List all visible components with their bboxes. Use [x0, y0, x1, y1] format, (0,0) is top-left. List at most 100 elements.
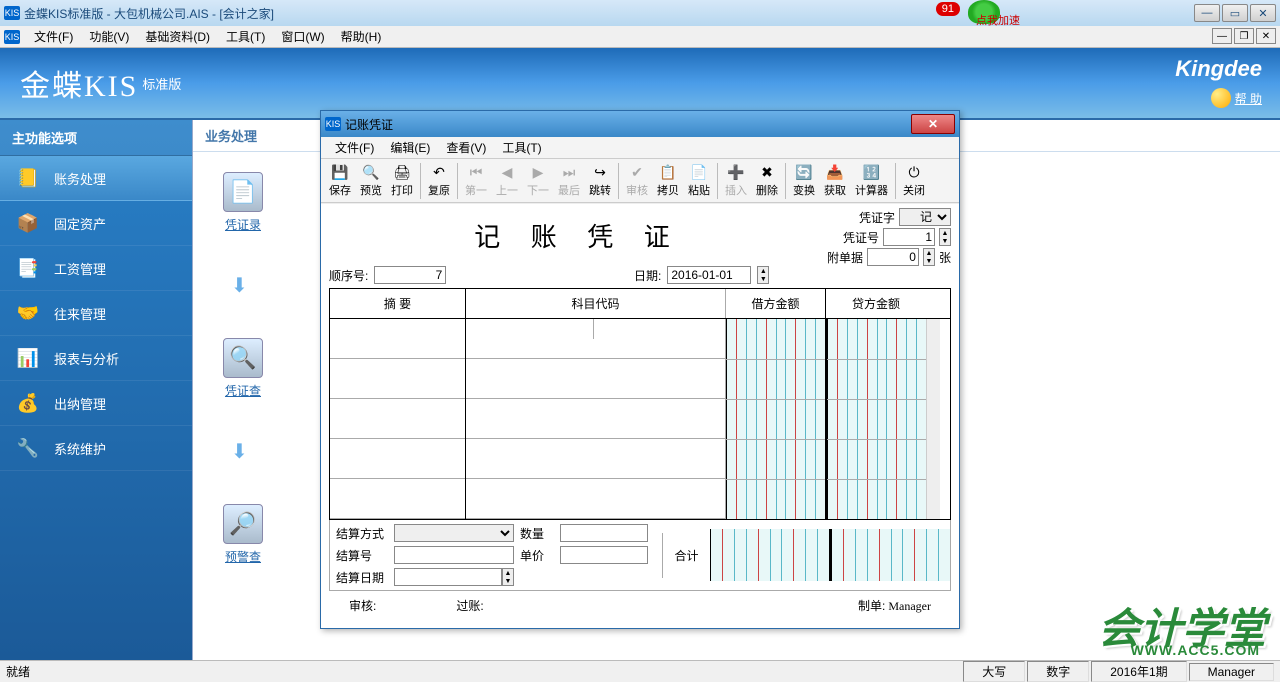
- close-button[interactable]: ✕: [1250, 4, 1276, 22]
- date-spinner[interactable]: ▲▼: [757, 266, 769, 284]
- attach-input[interactable]: [867, 248, 919, 266]
- dialog-menu-item[interactable]: 文件(F): [327, 137, 382, 158]
- toolbar-预览-button[interactable]: 🔍预览: [356, 161, 386, 200]
- debit-grid[interactable]: [710, 529, 829, 581]
- menu-item[interactable]: 功能(V): [81, 26, 137, 47]
- table-scrollbar[interactable]: [926, 319, 940, 519]
- toolbar-粘贴-button[interactable]: 📄粘贴: [684, 161, 714, 200]
- minimize-button[interactable]: —: [1194, 4, 1220, 22]
- mdi-restore-button[interactable]: ❐: [1234, 28, 1254, 44]
- summary-cell[interactable]: [330, 359, 465, 399]
- toolbar-icon: ◀: [498, 163, 516, 181]
- seq-input[interactable]: [374, 266, 446, 284]
- col-subject: 科目代码: [466, 289, 726, 318]
- sidebar-item[interactable]: 🤝往来管理: [0, 291, 192, 336]
- post-label: 过账:: [456, 597, 483, 614]
- voucher-no-spinner[interactable]: ▲▼: [939, 228, 951, 246]
- settle-date-spinner[interactable]: ▲▼: [502, 568, 514, 586]
- settle-date-input[interactable]: [394, 568, 502, 586]
- date-label: 日期:: [634, 267, 661, 284]
- credit-grid[interactable]: [827, 319, 926, 519]
- voucher-word-select[interactable]: 记: [899, 208, 951, 226]
- settle-method-label: 结算方式: [336, 525, 388, 542]
- summary-cell[interactable]: [330, 479, 465, 519]
- settle-method-select[interactable]: [394, 524, 514, 542]
- toolbar-label: 获取: [824, 182, 846, 198]
- toolbar-获取-button[interactable]: 📥获取: [820, 161, 850, 200]
- menu-item[interactable]: 帮助(H): [333, 26, 390, 47]
- toolbar-label: 审核: [626, 182, 648, 198]
- toolbar-保存-button[interactable]: 💾保存: [325, 161, 355, 200]
- notification-badge[interactable]: 91: [936, 2, 960, 16]
- toolbar-icon: 📋: [659, 163, 677, 181]
- toolbar-label: 打印: [391, 182, 413, 198]
- app-icon: KIS: [4, 6, 20, 20]
- toolbar-变换-button[interactable]: 🔄变换: [789, 161, 819, 200]
- menu-item[interactable]: 窗口(W): [273, 26, 332, 47]
- toolbar-计算器-button[interactable]: 🔢计算器: [851, 161, 892, 200]
- sidebar-item[interactable]: 🔧系统维护: [0, 426, 192, 471]
- maximize-button[interactable]: ▭: [1222, 4, 1248, 22]
- sidebar-item[interactable]: 📒账务处理: [0, 156, 192, 201]
- summary-cell[interactable]: [330, 439, 465, 479]
- voucher-no-input[interactable]: [883, 228, 935, 246]
- settle-no-input[interactable]: [394, 546, 514, 564]
- toolbar-复原-button[interactable]: ↶复原: [424, 161, 454, 200]
- speed-label[interactable]: 点我加速: [976, 12, 1020, 28]
- content-item[interactable]: 🔎预警查: [213, 504, 273, 565]
- subject-cell[interactable]: [466, 399, 725, 439]
- subject-cell[interactable]: [466, 439, 725, 479]
- debit-grid[interactable]: [726, 319, 825, 519]
- sidebar-item[interactable]: 📦固定资产: [0, 201, 192, 246]
- mdi-minimize-button[interactable]: —: [1212, 28, 1232, 44]
- toolbar-label: 变换: [793, 182, 815, 198]
- credit-grid[interactable]: [831, 529, 950, 581]
- toolbar-icon: ↶: [430, 163, 448, 181]
- summary-cell[interactable]: [330, 399, 465, 439]
- audit-label: 审核:: [349, 597, 376, 614]
- dialog-menu-item[interactable]: 查看(V): [438, 137, 494, 158]
- toolbar-icon: ⏮: [467, 163, 485, 181]
- dialog-close-button[interactable]: ✕: [911, 114, 955, 134]
- sidebar-title: 主功能选项: [0, 120, 192, 156]
- price-input[interactable]: [560, 546, 648, 564]
- menu-item[interactable]: 文件(F): [26, 26, 81, 47]
- sidebar-label: 账务处理: [54, 169, 106, 188]
- content-item[interactable]: 📄凭证录: [213, 172, 273, 233]
- toolbar-跳转-button[interactable]: ↪跳转: [585, 161, 615, 200]
- toolbar-打印-button[interactable]: 🖨打印: [387, 161, 417, 200]
- qty-input[interactable]: [560, 524, 648, 542]
- sidebar-item[interactable]: 📑工资管理: [0, 246, 192, 291]
- dialog-menu-item[interactable]: 工具(T): [494, 137, 549, 158]
- toolbar-删除-button[interactable]: ✖删除: [752, 161, 782, 200]
- menu-item[interactable]: 工具(T): [218, 26, 273, 47]
- attach-unit: 张: [939, 249, 951, 266]
- voucher-dialog: KIS 记账凭证 ✕ 文件(F)编辑(E)查看(V)工具(T) 💾保存🔍预览🖨打…: [320, 110, 960, 629]
- help-link[interactable]: 帮 助: [1211, 88, 1262, 108]
- sidebar: 主功能选项 📒账务处理📦固定资产📑工资管理🤝往来管理📊报表与分析💰出纳管理🔧系统…: [0, 120, 192, 660]
- subject-cell[interactable]: [466, 359, 725, 399]
- sidebar-label: 往来管理: [54, 304, 106, 323]
- date-input[interactable]: [667, 266, 751, 284]
- subject-cell[interactable]: [466, 479, 725, 519]
- dialog-menu-item[interactable]: 编辑(E): [382, 137, 438, 158]
- sidebar-icon: 📊: [14, 346, 42, 370]
- content-icon: 🔎: [223, 504, 263, 544]
- summary-cell[interactable]: [330, 319, 465, 359]
- voucher-table[interactable]: 摘 要 科目代码 借方金额 贷方金额: [329, 288, 951, 520]
- subject-cell[interactable]: [466, 319, 725, 359]
- content-item[interactable]: 🔍凭证查: [213, 338, 273, 399]
- settle-no-label: 结算号: [336, 547, 388, 564]
- sidebar-item[interactable]: 💰出纳管理: [0, 381, 192, 426]
- toolbar-icon: ⏻: [905, 163, 923, 181]
- menu-item[interactable]: 基础资料(D): [137, 26, 218, 47]
- toolbar-拷贝-button[interactable]: 📋拷贝: [653, 161, 683, 200]
- dialog-title-bar[interactable]: KIS 记账凭证 ✕: [321, 111, 959, 137]
- menu-app-icon: KIS: [4, 30, 20, 44]
- mdi-close-button[interactable]: ✕: [1256, 28, 1276, 44]
- sidebar-item[interactable]: 📊报表与分析: [0, 336, 192, 381]
- dialog-title: 记账凭证: [345, 116, 911, 133]
- toolbar-label: 关闭: [903, 182, 925, 198]
- toolbar-关闭-button[interactable]: ⏻关闭: [899, 161, 929, 200]
- attach-spinner[interactable]: ▲▼: [923, 248, 935, 266]
